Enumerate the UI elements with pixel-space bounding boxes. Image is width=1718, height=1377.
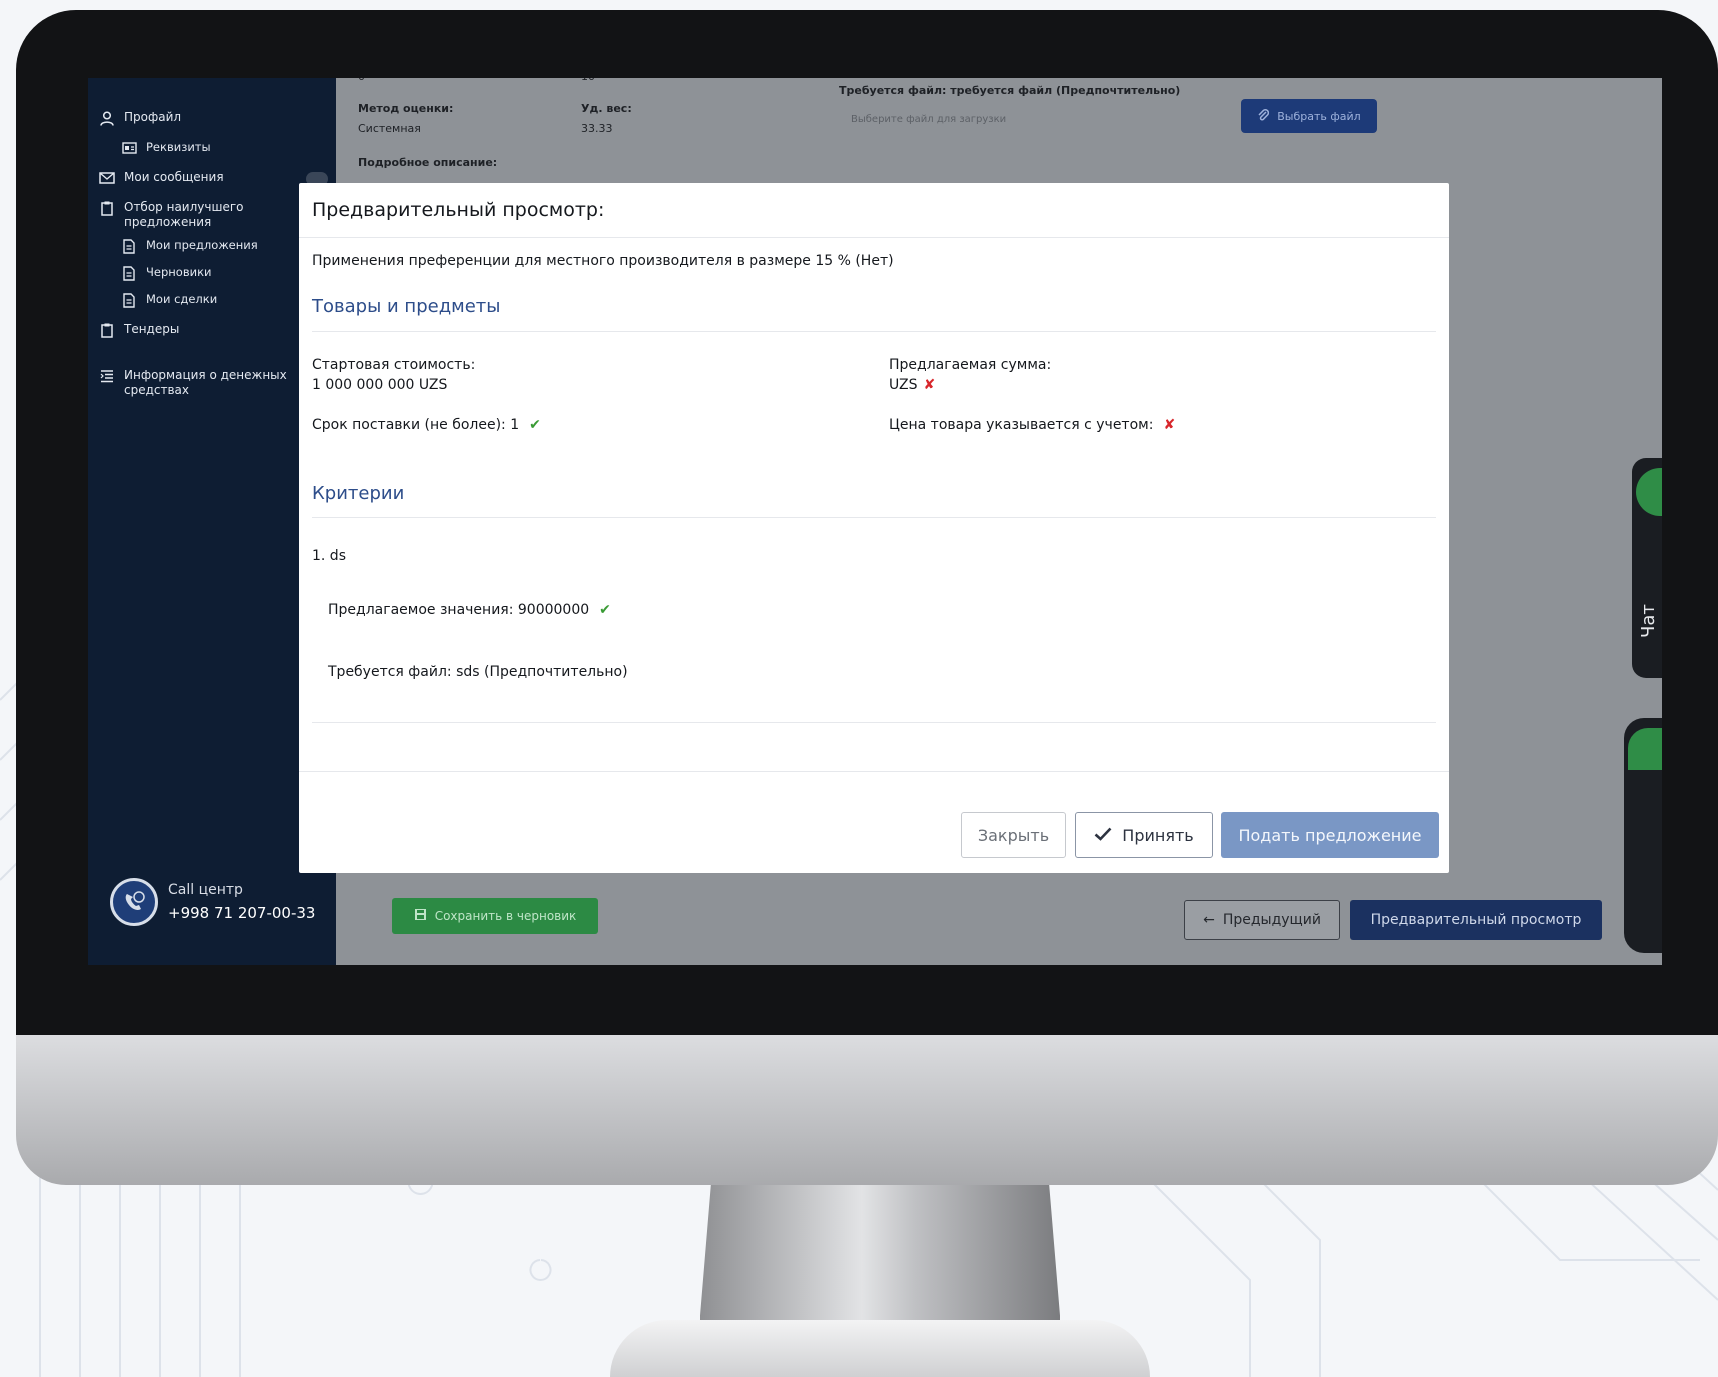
criteria-section-title: Критерии	[312, 483, 405, 504]
sidebar-item-funds-info[interactable]: Информация о денежных средствах	[98, 368, 298, 398]
call-center[interactable]: Call центр +998 71 207-00-33	[110, 878, 315, 926]
method-label: Метод оценки:	[358, 102, 454, 115]
description-label: Подробное описание:	[358, 156, 498, 169]
proposed-value-row: Предлагаемое значения: 90000000 ✔	[328, 602, 611, 618]
clipboard-icon	[98, 200, 116, 216]
start-cost-value: 1 000 000 000 UZS	[312, 377, 448, 393]
sidebar-item-requisites[interactable]: Реквизиты	[120, 140, 211, 156]
criterion-value-2: 10	[581, 78, 595, 83]
accept-label: Принять	[1122, 825, 1194, 845]
modal-header-divider	[299, 237, 1449, 238]
valid-mark-icon: ✔	[599, 602, 611, 618]
required-file-text: Требуется файл: требуется файл (Предпочт…	[839, 84, 1181, 97]
save-icon	[414, 908, 427, 924]
chat-label: Чат	[1638, 604, 1659, 638]
choose-file-button[interactable]: Выбрать файл	[1241, 99, 1377, 133]
screen: Профайл Реквизиты Мои сообщения Отбор на…	[88, 78, 1662, 965]
clipboard-icon	[98, 322, 116, 338]
sidebar-item-label: Мои сообщения	[124, 170, 224, 184]
close-button[interactable]: Закрыть	[961, 812, 1066, 858]
sidebar-item-label: Отбор наилучшего предложения	[124, 200, 244, 229]
sidebar-item-label: Тендеры	[124, 322, 180, 336]
sidebar-item-my-offers[interactable]: Мои предложения	[120, 238, 258, 254]
preview-modal: Предварительный просмотр: Применения пре…	[299, 183, 1449, 873]
check-icon	[1094, 826, 1112, 845]
mail-icon	[98, 170, 116, 186]
sidebar-item-best-offer[interactable]: Отбор наилучшего предложения	[98, 200, 298, 230]
sidebar-item-label: Мои сделки	[146, 292, 218, 306]
proposed-sum-value: UZS	[889, 377, 918, 393]
user-icon	[98, 110, 116, 126]
goods-section-title: Товары и предметы	[312, 296, 501, 317]
sidebar-item-profile[interactable]: Профайл	[98, 110, 181, 126]
call-center-title: Call центр	[168, 882, 243, 898]
sidebar-item-my-deals[interactable]: Мои сделки	[120, 292, 217, 308]
sidebar-item-label: Мои предложения	[146, 238, 258, 252]
proposed-sum-row: UZS ✘	[889, 377, 935, 393]
sidebar-item-label: Профайл	[124, 110, 182, 124]
sidebar-item-tenders[interactable]: Тендеры	[98, 322, 179, 338]
previous-label: Предыдущий	[1222, 912, 1321, 928]
sidebar-item-label: Информация о денежных средствах	[124, 368, 287, 397]
accept-button[interactable]: Принять	[1075, 812, 1213, 858]
modal-footer-divider	[299, 771, 1449, 772]
call-center-phone: +998 71 207-00-33	[168, 904, 316, 922]
delivery-label: Срок поставки (не более): 1	[312, 417, 520, 433]
document-icon	[120, 265, 138, 281]
previous-button[interactable]: ← Предыдущий	[1184, 900, 1340, 940]
sidebar-item-label: Черновики	[146, 265, 212, 279]
required-file-text: Требуется файл: sds (Предпочтительно)	[328, 664, 628, 680]
invalid-mark-icon: ✘	[1163, 417, 1176, 433]
weight-label: Уд. вес:	[581, 102, 632, 115]
secondary-tab-accent	[1628, 728, 1662, 770]
choose-file-label: Выбрать файл	[1277, 109, 1361, 123]
criteria-end-divider	[312, 722, 1436, 723]
paperclip-icon	[1257, 108, 1270, 125]
save-draft-button[interactable]: Сохранить в черновик	[392, 898, 598, 934]
method-value: Системная	[358, 122, 421, 135]
phone-24-icon	[110, 878, 158, 926]
file-input[interactable]: Выберите файл для загрузки	[839, 104, 1159, 134]
preview-button[interactable]: Предварительный просмотр	[1350, 900, 1602, 940]
delivery-row: Срок поставки (не более): 1 ✔	[312, 417, 541, 433]
document-icon	[120, 238, 138, 254]
id-card-icon	[120, 140, 138, 156]
valid-mark-icon: ✔	[529, 417, 541, 433]
preference-text: Применения преференции для местного прои…	[312, 253, 894, 269]
modal-title: Предварительный просмотр:	[312, 199, 605, 221]
criterion-value-1: 0	[358, 78, 365, 83]
proposed-sum-label: Предлагаемая сумма:	[889, 357, 1052, 373]
sidebar-item-label: Реквизиты	[146, 140, 211, 154]
price-note-label: Цена товара указывается с учетом:	[889, 417, 1154, 433]
monitor-chin	[16, 1035, 1718, 1185]
arrow-left-icon: ←	[1203, 912, 1215, 928]
proposed-value-text: Предлагаемое значения: 90000000	[328, 602, 590, 618]
weight-value: 33.33	[581, 122, 613, 135]
sidebar-item-drafts[interactable]: Черновики	[120, 265, 212, 281]
submit-offer-button[interactable]: Подать предложение	[1221, 812, 1439, 858]
criteria-divider	[312, 517, 1436, 518]
start-cost-label: Стартовая стоимость:	[312, 357, 476, 373]
monitor-stand-base	[610, 1320, 1150, 1377]
preview-label: Предварительный просмотр	[1370, 912, 1582, 928]
goods-divider	[312, 331, 1436, 332]
price-note-row: Цена товара указывается с учетом: ✘	[889, 417, 1175, 433]
invalid-mark-icon: ✘	[923, 377, 936, 393]
list-icon	[98, 368, 116, 384]
criterion-name: 1. ds	[312, 548, 346, 564]
save-draft-label: Сохранить в черновик	[434, 909, 577, 923]
sidebar-item-messages[interactable]: Мои сообщения	[98, 170, 224, 186]
document-icon	[120, 292, 138, 308]
